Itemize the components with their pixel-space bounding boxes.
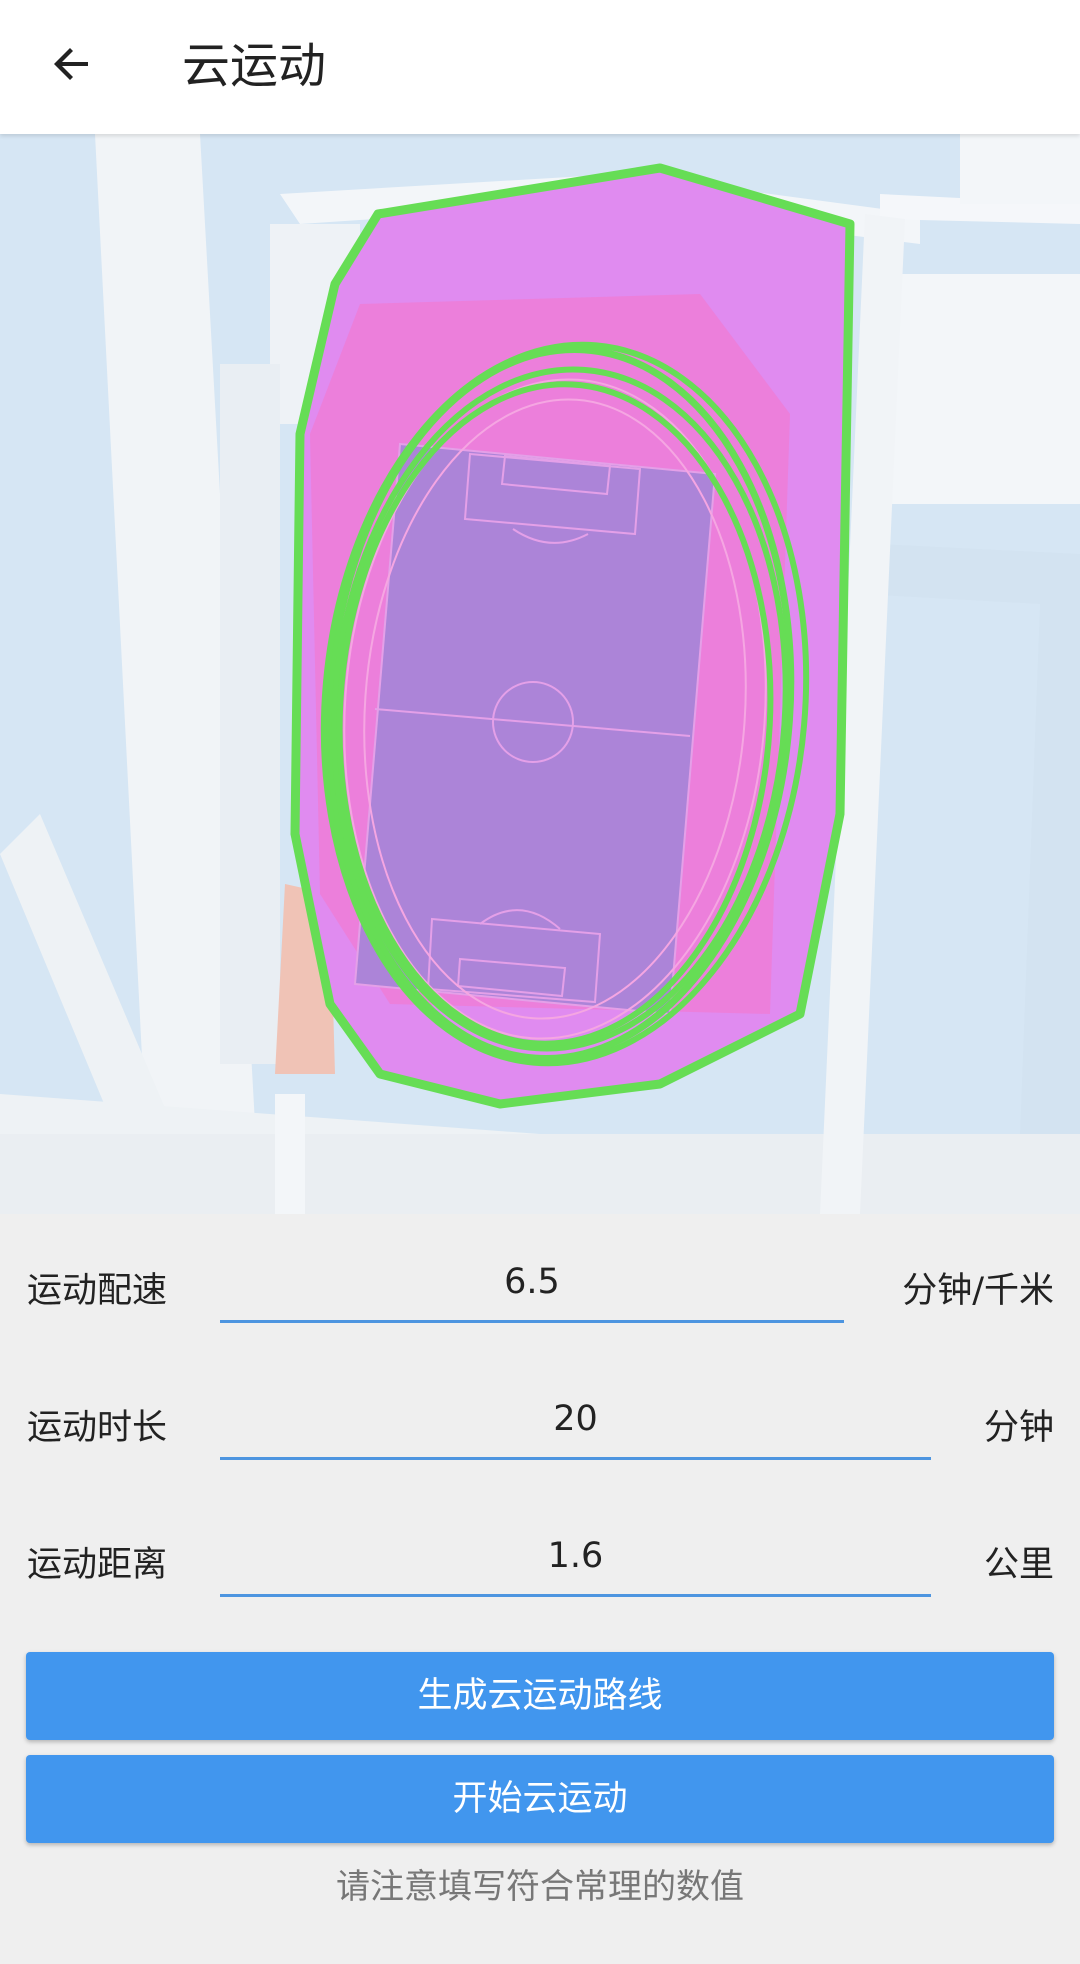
back-button[interactable] xyxy=(36,28,108,100)
distance-row: 运动距离 1.6 公里 xyxy=(0,1488,1080,1618)
duration-label: 运动时长 xyxy=(27,1408,168,1448)
map-view[interactable] xyxy=(0,134,1080,1214)
pace-unit: 分钟/千米 xyxy=(902,1271,1054,1311)
duration-input[interactable]: 20 xyxy=(220,1381,931,1460)
arrow-left-icon xyxy=(54,48,88,80)
duration-row: 运动时长 20 分钟 xyxy=(0,1351,1080,1481)
distance-label: 运动距离 xyxy=(27,1545,168,1585)
hint-text: 请注意填写符合常理的数值 xyxy=(336,1867,744,1907)
duration-unit: 分钟 xyxy=(983,1408,1054,1448)
page-title: 云运动 xyxy=(182,38,327,94)
app-bar: 云运动 xyxy=(0,0,1080,134)
pace-row: 运动配速 6.5 分钟/千米 xyxy=(0,1214,1080,1344)
distance-unit: 公里 xyxy=(983,1545,1054,1585)
pace-input[interactable]: 6.5 xyxy=(220,1244,844,1323)
map-canvas xyxy=(0,134,1080,1214)
start-exercise-button[interactable]: 开始云运动 xyxy=(26,1755,1054,1843)
pace-label: 运动配速 xyxy=(27,1271,168,1311)
generate-route-button[interactable]: 生成云运动路线 xyxy=(26,1652,1054,1740)
distance-input[interactable]: 1.6 xyxy=(220,1518,931,1597)
exercise-form: 运动配速 6.5 分钟/千米 运动时长 20 分钟 运动距离 1.6 公里 xyxy=(0,1214,1080,1964)
